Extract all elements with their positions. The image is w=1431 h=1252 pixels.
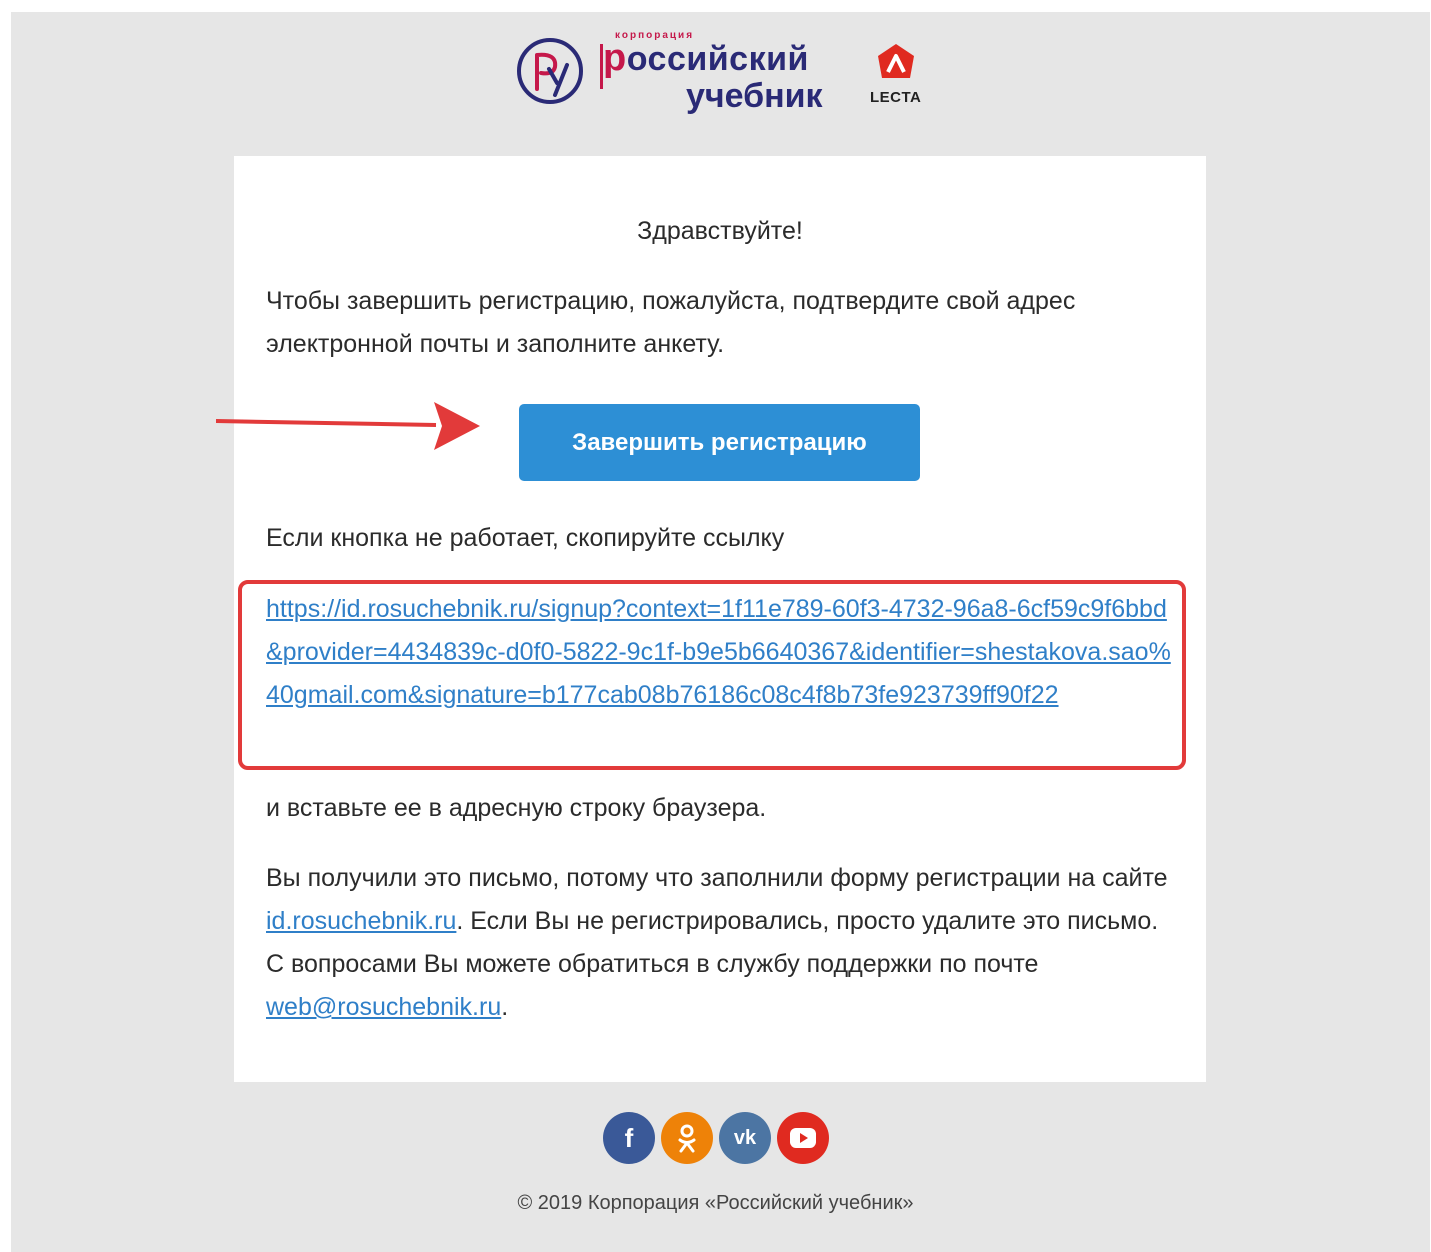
disclaimer-paragraph: Вы получили это письмо, потому что запол… xyxy=(266,857,1176,1029)
intro-paragraph: Чтобы завершить регистрацию, пожалуйста,… xyxy=(266,287,1076,358)
odnoklassniki-glyph xyxy=(678,1124,696,1153)
vk-icon[interactable]: vk xyxy=(719,1112,771,1164)
lecta-logo-icon xyxy=(877,44,914,78)
logo-title-line2: учебник xyxy=(686,77,823,115)
greeting: Здравствуйте! xyxy=(637,217,803,245)
red-arrow-annotation xyxy=(216,402,480,450)
signup-link[interactable]: https://id.rosuchebnik.ru/signup?context… xyxy=(266,588,1176,717)
logo-title-line1: российский xyxy=(603,38,809,79)
paste-instruction: и вставьте ее в адресную строку браузера… xyxy=(266,794,767,822)
youtube-icon[interactable] xyxy=(777,1112,829,1164)
lecta-logo-text: LECTA xyxy=(870,89,922,106)
support-email-link[interactable]: web@rosuchebnik.ru xyxy=(266,993,501,1021)
copy-link-instruction: Если кнопка не работает, скопируйте ссыл… xyxy=(266,524,785,552)
footer-copyright: © 2019 Корпорация «Российский учебник» xyxy=(517,1192,914,1214)
disclaimer-text-part1: Вы получили это письмо, потому что запол… xyxy=(266,864,1168,892)
complete-registration-button[interactable]: Завершить регистрацию xyxy=(519,404,920,481)
logo-title-first-letter: р xyxy=(603,37,627,79)
rosuchebnik-logo-icon xyxy=(517,38,583,104)
social-links: f vk xyxy=(603,1112,829,1164)
lecta-logo: LECTA xyxy=(870,42,921,106)
odnoklassniki-icon[interactable] xyxy=(661,1112,713,1164)
disclaimer-text-part3: . xyxy=(501,993,509,1021)
email-header: корпорация российский учебник LECTA xyxy=(0,0,1431,150)
facebook-icon[interactable]: f xyxy=(603,1112,655,1164)
site-link[interactable]: id.rosuchebnik.ru xyxy=(266,907,456,935)
youtube-glyph xyxy=(790,1128,816,1148)
logo-title-rest: оссийский xyxy=(626,40,809,78)
